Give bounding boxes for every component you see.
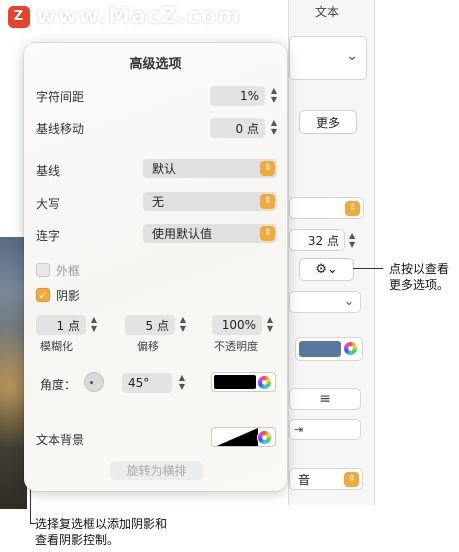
paragraph-style-box[interactable]: ⌄ — [289, 36, 367, 80]
char-spacing-stepper[interactable]: ▲ ▼ — [269, 86, 279, 106]
baseline-shift-field[interactable]: 0 点 — [210, 118, 265, 138]
callout-line-right — [353, 268, 383, 269]
font-size-field[interactable]: 32 点 — [289, 229, 345, 251]
baseline-select[interactable]: 默认 ⇕ — [143, 159, 277, 178]
char-spacing-field[interactable]: 1% — [210, 86, 265, 106]
baseline-shift-label: 基线移动 — [36, 122, 85, 136]
color-wheel-icon[interactable] — [257, 430, 272, 445]
capitalization-label: 大写 — [36, 197, 61, 211]
chevron-updown-icon: ⇕ — [260, 161, 275, 176]
indent-icon: ⇥ — [294, 423, 304, 436]
chevron-updown-icon: ⇕ — [260, 226, 275, 241]
character-style-select[interactable]: ⌄ — [289, 291, 361, 313]
rotate-horizontal-button[interactable]: 旋转为横排 — [110, 461, 203, 480]
baseline-label: 基线 — [36, 164, 61, 178]
shadow-color-swatch — [214, 375, 256, 389]
shadow-label: 阴影 — [56, 289, 81, 303]
sidebar-header: 文本 — [315, 5, 340, 19]
color-wheel-icon[interactable] — [343, 341, 358, 356]
language-select[interactable]: 音 ⇕ — [289, 468, 363, 490]
color-swatch — [299, 341, 341, 357]
advanced-options-button[interactable]: ⚙⌄ — [299, 258, 354, 281]
text-background-label: 文本背景 — [36, 433, 85, 447]
align-justify-icon: ≡ — [319, 391, 331, 407]
chevron-down-icon: ⌄ — [346, 48, 358, 64]
shadow-angle-stepper[interactable]: ▲ ▼ — [177, 373, 187, 393]
capitalization-select[interactable]: 无 ⇕ — [143, 192, 277, 211]
callout-right: 点按以查看 更多选项。 — [389, 262, 450, 292]
shadow-angle-label: 角度： — [40, 378, 77, 392]
font-style-select[interactable]: ⇕ — [289, 197, 364, 219]
language-value: 音 — [298, 472, 311, 487]
font-size-value: 32 点 — [307, 233, 339, 248]
advanced-options-popover: 高级选项 字符间距 1% ▲ ▼ 基线移动 0 点 ▲ ▼ 基线 默认 ⇕ 大写 无… — [24, 43, 287, 491]
shadow-opacity-stepper[interactable]: ▲ ▼ — [265, 315, 275, 335]
shadow-blur-field[interactable]: 1 点 — [36, 315, 86, 335]
text-color-well[interactable] — [295, 337, 363, 361]
popover-title: 高级选项 — [129, 57, 182, 72]
shadow-blur-caption: 模糊化 — [40, 340, 73, 353]
shadow-angle-knob[interactable] — [84, 372, 104, 392]
outline-label: 外框 — [56, 264, 81, 278]
shadow-blur-stepper[interactable]: ▲ ▼ — [89, 315, 99, 335]
indent-button[interactable]: ⇥ — [289, 419, 361, 440]
shadow-checkbox[interactable]: ✓ — [36, 288, 50, 302]
text-background-well[interactable] — [211, 427, 276, 447]
shadow-opacity-field[interactable]: 100% — [212, 315, 262, 335]
font-size-stepper[interactable]: ▲ ▼ — [349, 231, 355, 249]
chevron-down-icon: ⌄ — [343, 294, 354, 308]
outline-checkbox[interactable] — [36, 263, 50, 277]
watermark-logo: Z — [8, 6, 30, 28]
format-sidebar: 文本 ⌄ 更多 ⇕ 32 点 ▲ ▼ ⚙⌄ ⌄ ≡ ⇥ 音 ⇕ — [288, 0, 375, 505]
checkmark-icon: ✓ — [38, 288, 48, 302]
char-spacing-label: 字符间距 — [36, 90, 85, 104]
chevron-updown-icon: ⇕ — [260, 194, 275, 209]
ligatures-label: 连字 — [36, 229, 61, 243]
shadow-opacity-caption: 不透明度 — [214, 340, 258, 353]
shadow-offset-caption: 偏移 — [137, 340, 159, 353]
callout-bottom: 选择复选框以添加阴影和 查看阴影控制。 — [35, 517, 168, 547]
document-photo — [0, 237, 27, 509]
shadow-color-well[interactable] — [211, 372, 276, 392]
watermark: Zwww.MacZ.com — [8, 4, 241, 29]
shadow-offset-stepper[interactable]: ▲ ▼ — [178, 315, 188, 335]
baseline-shift-stepper[interactable]: ▲ ▼ — [269, 118, 279, 138]
gear-icon: ⚙⌄ — [315, 262, 338, 277]
chevron-updown-icon: ⇕ — [345, 201, 360, 216]
shadow-angle-field[interactable]: 45° — [122, 373, 172, 393]
shadow-offset-field[interactable]: 5 点 — [125, 315, 175, 335]
more-button[interactable]: 更多 — [299, 110, 357, 134]
color-wheel-icon[interactable] — [257, 375, 272, 390]
no-fill-swatch — [212, 428, 258, 446]
alignment-button[interactable]: ≡ — [289, 388, 361, 410]
ligatures-select[interactable]: 使用默认值 ⇕ — [143, 224, 277, 243]
chevron-updown-icon: ⇕ — [344, 472, 359, 487]
